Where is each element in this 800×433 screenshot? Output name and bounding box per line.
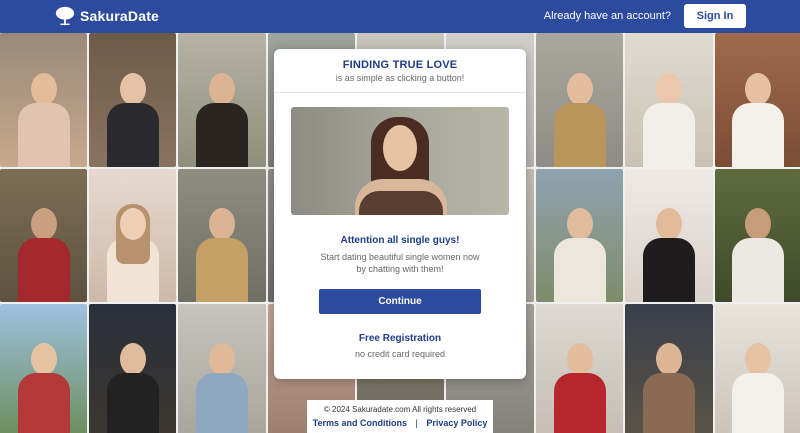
profile-photo (625, 304, 713, 433)
modal-divider (274, 92, 526, 93)
profile-photo (715, 33, 800, 167)
modal-title: FINDING TRUE LOVE (342, 59, 458, 71)
no-credit-card-text: no credit card required (354, 349, 446, 359)
modal-description: Start dating beautiful single women now … (274, 251, 526, 275)
profile-photo (89, 304, 176, 433)
already-have-account-text: Already have an account? (543, 10, 671, 22)
featured-profile-photo (291, 107, 509, 215)
profile-photo (0, 169, 87, 302)
profile-photo (715, 169, 800, 302)
continue-button[interactable]: Continue (319, 289, 481, 314)
profile-photo (89, 169, 176, 302)
attention-heading: Attention all single guys! (340, 235, 460, 246)
footer: © 2024 Sakuradate.com All rights reserve… (307, 400, 493, 433)
profile-photo (536, 33, 623, 167)
logo[interactable]: SakuraDate (54, 5, 159, 27)
terms-link[interactable]: Terms and Conditions (313, 418, 407, 428)
footer-links: Terms and Conditions | Privacy Policy (307, 418, 493, 428)
profile-photo (89, 33, 176, 167)
profile-photo (536, 304, 623, 433)
profile-photo (625, 33, 713, 167)
profile-photo (0, 33, 87, 167)
profile-photo (178, 169, 266, 302)
profile-photo (178, 33, 266, 167)
sign-in-button[interactable]: Sign In (684, 4, 746, 28)
copyright-text: © 2024 Sakuradate.com All rights reserve… (323, 405, 477, 414)
profile-photo (178, 304, 266, 433)
profile-photo (625, 169, 713, 302)
profile-photo (536, 169, 623, 302)
privacy-link[interactable]: Privacy Policy (426, 418, 487, 428)
description-line-1: Start dating beautiful single women now (320, 252, 480, 262)
profile-photo (0, 304, 87, 433)
free-registration-heading: Free Registration (358, 333, 442, 344)
modal-subtitle: is as simple as clicking a button! (335, 73, 465, 83)
logo-text: SakuraDate (80, 8, 160, 24)
header-bar: SakuraDate Already have an account? Sign… (0, 0, 800, 33)
profile-photo (715, 304, 800, 433)
tree-icon (55, 6, 75, 26)
signup-modal: FINDING TRUE LOVE is as simple as clicki… (274, 49, 526, 379)
footer-separator: | (415, 418, 418, 428)
description-line-2: by chatting with them! (356, 264, 444, 274)
